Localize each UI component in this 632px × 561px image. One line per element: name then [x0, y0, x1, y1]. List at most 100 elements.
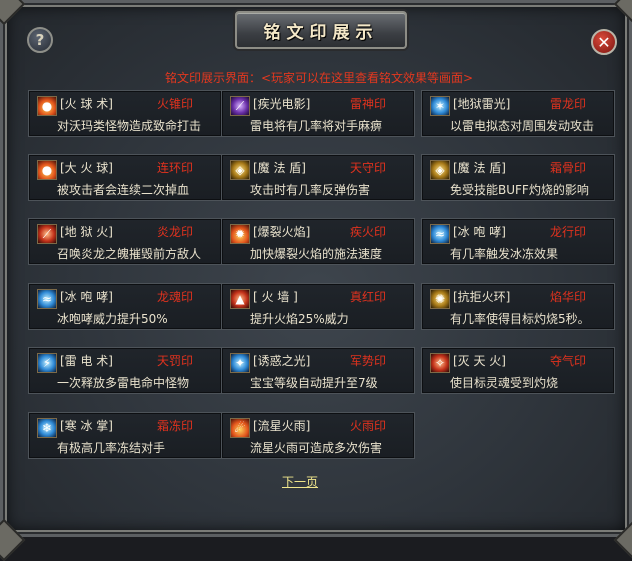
seal-description: 被攻击者会连续二次掉血	[57, 183, 190, 197]
icon-glyph: ◈	[435, 163, 445, 177]
magic-shield-icon: ◈	[430, 160, 450, 180]
seal-name: 龙行印	[550, 225, 587, 239]
seal-description: 攻击时有几率反弹伤害	[250, 183, 371, 197]
ice-roar-icon: ≈	[37, 289, 57, 309]
inscription-item[interactable]: ⚡ [雷 电 术] 天罚印一次释放多雷电命中怪物	[28, 347, 222, 394]
fire-orb-icon: ●	[37, 96, 57, 116]
skill-name: [火 球 术]	[60, 97, 113, 111]
skill-name: [疾光电影]	[253, 97, 311, 111]
lightning-bolt-icon: ⟋	[230, 96, 250, 116]
inscription-item[interactable]: ▲ [ 火 墙 ] 真红印 提升火焰25%威力	[221, 283, 415, 330]
seal-name: 雷龙印	[550, 97, 587, 111]
question-mark-icon: ?	[35, 31, 45, 49]
close-button[interactable]: ✕	[591, 29, 617, 55]
seal-name: 天罚印	[157, 354, 194, 368]
seal-name: 连环印	[157, 161, 194, 175]
close-icon: ✕	[597, 32, 611, 52]
seal-description: 对沃玛类怪物造成致命打击	[57, 119, 202, 133]
skill-name: [地 狱 火]	[60, 225, 113, 239]
thunder-burst-icon: ✶	[430, 96, 450, 116]
seal-name: 炎龙印	[157, 225, 194, 239]
inscription-item[interactable]: ✦ [诱惑之光] 军势印宝宝等级自动提升至7级	[221, 347, 415, 394]
sky-fire-icon: ✧	[430, 353, 450, 373]
seal-description: 雷电将有几率将对手麻痹	[250, 119, 383, 133]
icon-glyph: ☄	[234, 421, 246, 435]
hellfire-icon: ⟋	[37, 224, 57, 244]
skill-name: [魔 法 盾]	[453, 161, 506, 175]
meteor-rain-icon: ☄	[230, 418, 250, 438]
icon-glyph: ⟋	[42, 227, 52, 241]
seal-description: 免受技能BUFF灼烧的影响	[450, 183, 589, 197]
inscription-item[interactable]: ✧ [灭 天 火] 夺气印使目标灵魂受到灼烧	[421, 347, 615, 394]
skill-name: [大 火 球]	[60, 161, 113, 175]
skill-name: [抗拒火环]	[453, 290, 511, 304]
icon-glyph: ≈	[41, 292, 53, 306]
seal-name: 军势印	[350, 354, 387, 368]
seal-description: 一次释放多雷电命中怪物	[57, 376, 190, 390]
seal-name: 雷神印	[350, 97, 387, 111]
skill-name: [灭 天 火]	[453, 354, 506, 368]
seal-name: 疾火印	[350, 225, 387, 239]
icon-glyph: ⚡	[42, 356, 52, 370]
skill-name: [ 火 墙 ]	[253, 290, 298, 304]
frame-corner-ornament	[0, 518, 26, 561]
skill-name: [冰 咆 哮]	[453, 225, 506, 239]
big-fireball-icon: ●	[37, 160, 57, 180]
icon-glyph: ✧	[434, 356, 446, 370]
inscription-item[interactable]: ❄ [寒 冰 掌] 霜冻印 有极高几率冻结对手	[28, 412, 222, 459]
fire-wall-icon: ▲	[230, 289, 250, 309]
inscription-item[interactable]: ● [大 火 球] 连环印被攻击者会连续二次掉血	[28, 154, 222, 201]
ice-roar-icon: ≈	[430, 224, 450, 244]
frame-corner-ornament	[0, 0, 26, 26]
seal-description: 有几率触发冰冻效果	[450, 247, 559, 261]
inscription-item[interactable]: ≈ [冰 咆 哮] 龙魂印冰咆哮威力提升50%	[28, 283, 222, 330]
inscription-item[interactable]: ✺ [抗拒火环] 焰华印 有几率使得目标灼烧5秒。	[421, 283, 615, 330]
seal-description: 使目标灵魂受到灼烧	[450, 376, 559, 390]
inscription-item[interactable]: ◈ [魔 法 盾] 天守印 攻击时有几率反弹伤害	[221, 154, 415, 201]
seal-description: 召唤炎龙之魄摧毁前方敌人	[57, 247, 202, 261]
inscription-item[interactable]: ● [火 球 术] 火锥印对沃玛类怪物造成致命打击	[28, 90, 222, 137]
inscription-item[interactable]: ✹ [爆裂火焰] 疾火印 加快爆裂火焰的施法速度	[221, 218, 415, 265]
icon-glyph: ●	[41, 99, 53, 113]
seal-name: 火锥印	[157, 97, 194, 111]
frame-corner-ornament	[613, 0, 632, 26]
inscription-item[interactable]: ◈ [魔 法 盾] 霜骨印 免受技能BUFF灼烧的影响	[421, 154, 615, 201]
lightning-strike-icon: ⚡	[37, 353, 57, 373]
skill-name: [冰 咆 哮]	[60, 290, 113, 304]
magic-shield-icon: ◈	[230, 160, 250, 180]
page-subtitle: 铭文印展示界面：<玩家可以在这里查看铭文效果等画面>	[164, 71, 474, 85]
icon-glyph: ≈	[434, 227, 446, 241]
icon-glyph: ●	[41, 163, 53, 177]
seal-description: 宝宝等级自动提升至7级	[250, 376, 378, 390]
seal-description: 冰咆哮威力提升50%	[57, 312, 168, 326]
icon-glyph: ✹	[234, 227, 246, 241]
seal-name: 天守印	[350, 161, 387, 175]
frame-corner-ornament	[613, 518, 632, 561]
frost-palm-icon: ❄	[37, 418, 57, 438]
inscription-item[interactable]: ≈ [冰 咆 哮] 龙行印有几率触发冰冻效果	[421, 218, 615, 265]
inscription-item[interactable]: ⟋ [疾光电影] 雷神印雷电将有几率将对手麻痹	[221, 90, 415, 137]
seal-description: 提升火焰25%威力	[250, 312, 349, 326]
seal-description: 有几率使得目标灼烧5秒。	[450, 312, 590, 326]
skill-name: [雷 电 术]	[60, 354, 113, 368]
seal-name: 龙魂印	[157, 290, 194, 304]
icon-glyph: ✦	[234, 356, 246, 370]
skill-name: [流星火雨]	[253, 419, 311, 433]
inscription-display-window: 铭文印展示 ? ✕ 铭文印展示界面：<玩家可以在这里查看铭文效果等画面> ● [火…	[0, 0, 632, 561]
seal-description: 以雷电拟态对周围发动攻击	[450, 119, 595, 133]
skill-name: [爆裂火焰]	[253, 225, 311, 239]
seal-name: 夺气印	[550, 354, 587, 368]
icon-glyph: ◈	[235, 163, 245, 177]
next-page-link[interactable]: 下一页	[282, 473, 318, 490]
skill-name: [诱惑之光]	[253, 354, 311, 368]
inscription-item[interactable]: ✶ [地狱雷光] 雷龙印以雷电拟态对周围发动攻击	[421, 90, 615, 137]
inscription-item[interactable]: ⟋ [地 狱 火] 炎龙印召唤炎龙之魄摧毁前方敌人	[28, 218, 222, 265]
skill-name: [地狱雷光]	[453, 97, 511, 111]
fire-ring-icon: ✺	[430, 289, 450, 309]
icon-glyph: ✺	[434, 292, 446, 306]
icon-glyph: ⟋	[235, 99, 245, 113]
icon-glyph: ✶	[434, 99, 446, 113]
seal-name: 霜冻印	[157, 419, 194, 433]
help-button[interactable]: ?	[27, 27, 53, 53]
inscription-item[interactable]: ☄ [流星火雨] 火雨印 流星火雨可造成多次伤害	[221, 412, 415, 459]
